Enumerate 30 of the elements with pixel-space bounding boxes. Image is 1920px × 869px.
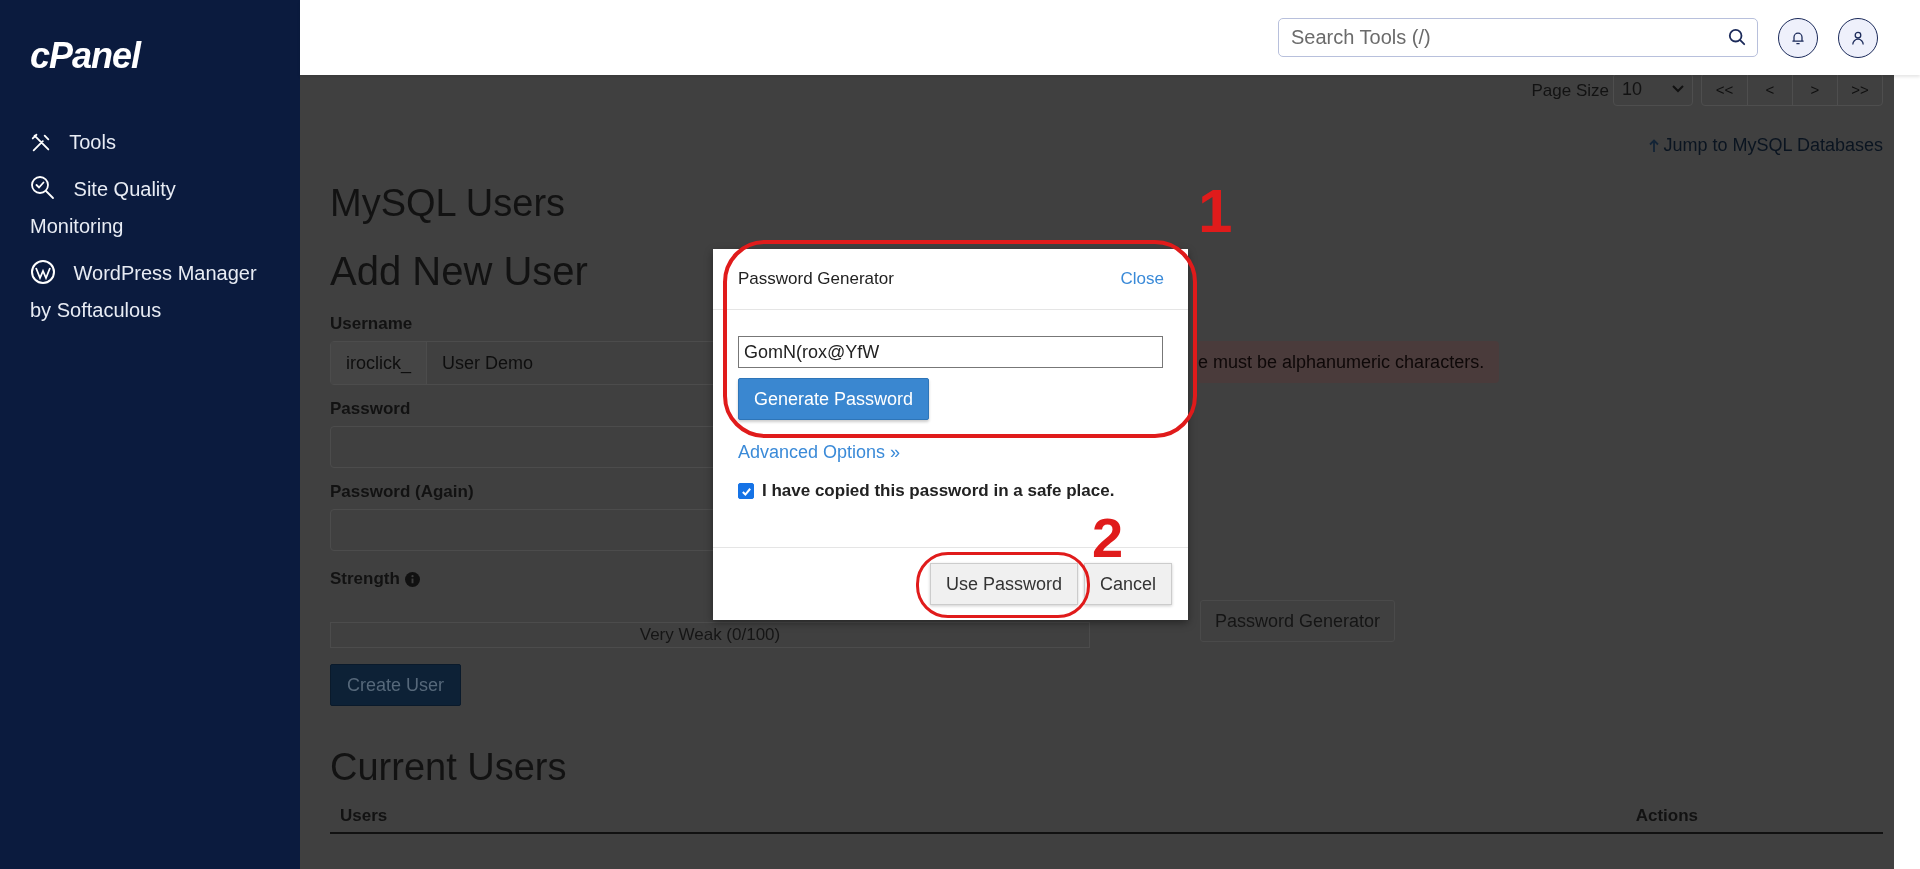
- error-alert: e must be alphanumeric characters.: [1192, 341, 1500, 383]
- username-prefix: iroclick_: [331, 342, 427, 384]
- dialog-button[interactable]: Cancel: [1083, 563, 1172, 605]
- notifications-button[interactable]: [1778, 17, 1818, 58]
- circle-logo-icon: [30, 259, 56, 285]
- annotation-number: 2: [1092, 510, 1124, 566]
- create-user-button[interactable]: Create User: [330, 664, 462, 706]
- tools-icon: [30, 132, 52, 154]
- sidebar-item[interactable]: Site Quality Monitoring: [30, 171, 270, 245]
- generated-password-field[interactable]: GomN(rox@YfW: [738, 336, 1163, 368]
- user-icon: [1850, 29, 1866, 46]
- advanced-options-link[interactable]: Advanced Options »: [738, 442, 901, 463]
- checkmark-icon: [740, 485, 752, 497]
- logo[interactable]: cPanel: [30, 36, 141, 76]
- caret-icon: [1672, 85, 1684, 93]
- magnifier-check-icon: [30, 175, 56, 201]
- generate-password-button[interactable]: Generate Password: [738, 378, 930, 420]
- checkbox-label: I have copied this password in a safe place.: [762, 481, 1115, 501]
- dialog-title: Password Generator: [738, 269, 894, 289]
- sidebar-item[interactable]: WordPress Manager by Softaculous: [30, 255, 270, 329]
- info-icon: [404, 571, 420, 587]
- sidebar-item[interactable]: Tools: [30, 124, 270, 161]
- search-icon: [1728, 28, 1746, 46]
- up-arrow-icon: [1648, 138, 1659, 153]
- annotation-number: 1: [1198, 180, 1233, 242]
- close-link[interactable]: Close: [1120, 269, 1164, 289]
- search-field[interactable]: Search Tools (/): [1278, 18, 1758, 57]
- user-button[interactable]: [1838, 17, 1878, 58]
- checkbox[interactable]: [738, 483, 754, 499]
- dialog-button[interactable]: Use Password: [929, 563, 1078, 605]
